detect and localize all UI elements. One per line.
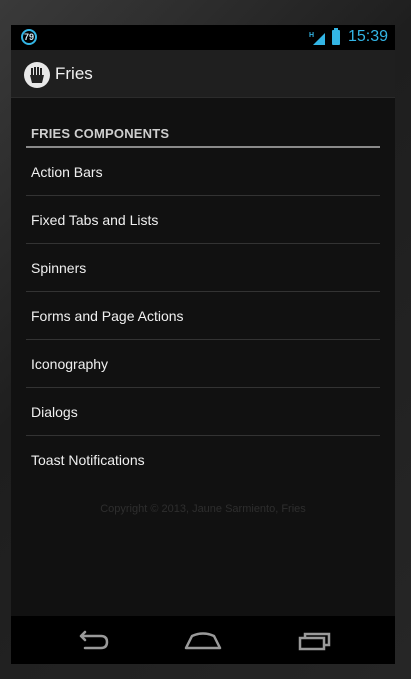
back-icon[interactable]	[73, 628, 113, 652]
status-clock: 15:39	[348, 28, 389, 45]
list-item-label: Spinners	[31, 259, 87, 276]
navigation-bar	[11, 616, 395, 664]
list-item-label: Forms and Page Actions	[31, 307, 184, 324]
list-item-label: Iconography	[31, 355, 109, 372]
recent-apps-icon[interactable]	[296, 628, 336, 652]
section-header-label: FRIES COMPONENTS	[31, 126, 170, 141]
action-bar: Fries	[11, 50, 395, 98]
signal-icon: H	[309, 32, 325, 45]
notification-badge-icon: 79	[21, 29, 37, 45]
section-header: FRIES COMPONENTS	[26, 125, 380, 148]
network-type-label: H	[309, 32, 314, 39]
list-item-toast-notifications[interactable]: Toast Notifications	[26, 436, 380, 483]
components-list: Action Bars Fixed Tabs and Lists Spinner…	[26, 148, 380, 483]
list-item-forms-and-page-actions[interactable]: Forms and Page Actions	[26, 292, 380, 340]
list-item-label: Dialogs	[31, 403, 78, 420]
list-item-label: Action Bars	[31, 163, 103, 180]
device-screen: 79 H 15:39 Fries FRIES COMPONENTS Action…	[11, 25, 395, 664]
app-title: Fries	[55, 64, 93, 83]
status-bar: 79 H 15:39	[11, 25, 395, 50]
fries-logo-icon[interactable]	[24, 62, 50, 88]
battery-icon	[332, 28, 340, 45]
list-item-iconography[interactable]: Iconography	[26, 340, 380, 388]
home-icon[interactable]	[183, 628, 223, 652]
list-item-label: Fixed Tabs and Lists	[31, 211, 159, 228]
list-item-action-bars[interactable]: Action Bars	[26, 148, 380, 196]
copyright-footer: Copyright © 2013, Jaune Sarmiento, Fries	[100, 503, 306, 515]
fries-glyph	[30, 67, 44, 83]
list-item-spinners[interactable]: Spinners	[26, 244, 380, 292]
notification-count: 79	[23, 32, 34, 42]
list-item-fixed-tabs-and-lists[interactable]: Fixed Tabs and Lists	[26, 196, 380, 244]
device-bezel: 79 H 15:39 Fries FRIES COMPONENTS Action…	[0, 0, 411, 679]
list-item-label: Toast Notifications	[31, 451, 145, 468]
list-item-dialogs[interactable]: Dialogs	[26, 388, 380, 436]
